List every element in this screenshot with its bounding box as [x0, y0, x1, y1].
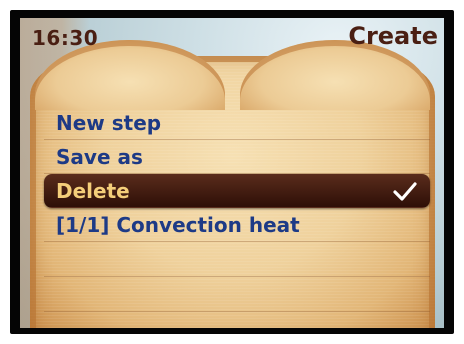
menu-item-convection-heat[interactable]: [1/1] Convection heat	[44, 208, 430, 242]
menu-empty-row	[44, 312, 430, 328]
menu-item-delete[interactable]: Delete	[44, 174, 430, 208]
menu-empty-row	[44, 242, 430, 277]
toast-crust-right	[240, 40, 430, 110]
menu-list: New step Save as Delete [1/1] Convection…	[44, 106, 430, 328]
page-title: Create	[348, 22, 438, 50]
menu-item-label: Delete	[56, 179, 130, 203]
check-icon	[393, 182, 417, 201]
menu-item-new-step[interactable]: New step	[44, 106, 430, 140]
menu-item-save-as[interactable]: Save as	[44, 140, 430, 174]
menu-item-label: New step	[56, 111, 162, 135]
clock-time: 16:30	[32, 26, 99, 50]
menu-item-label: [1/1] Convection heat	[56, 213, 300, 237]
menu-empty-row	[44, 277, 430, 312]
display-screen: 16:30 Create New step Save as Delete [1/…	[20, 18, 444, 328]
menu-item-label: Save as	[56, 145, 143, 169]
